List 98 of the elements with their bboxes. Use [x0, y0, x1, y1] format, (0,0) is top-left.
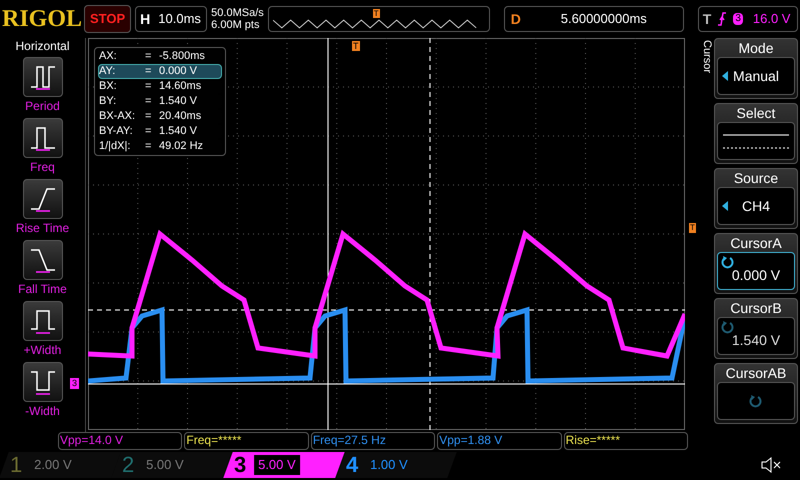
readout-label: BX-AX:: [99, 110, 136, 123]
menu-item[interactable]: Mode Manual: [714, 38, 798, 99]
readout-label: AX:: [99, 50, 118, 63]
trigger-field[interactable]: T 3 16.0 V: [698, 6, 798, 32]
measure-label: Freq: [30, 159, 55, 176]
menu-item-value[interactable]: 1.540 V: [717, 317, 795, 355]
menu-item-value[interactable]: 0.000 V: [717, 252, 795, 290]
readout-equals: =: [145, 125, 152, 138]
timebase-value: 10.0ms: [158, 10, 201, 28]
menu-item[interactable]: CursorB 1.540 V: [714, 298, 798, 359]
readout-value: 1.540 V: [159, 95, 197, 108]
measure-item[interactable]: -Width: [22, 362, 62, 420]
menu-item-title: Select: [736, 104, 776, 122]
readout-label: 1/|dX|:: [99, 140, 132, 153]
channel-tab[interactable]: 1 2.00 V: [0, 452, 121, 478]
left-arrow-icon: [722, 71, 728, 81]
timebase-label: H: [140, 10, 150, 28]
measure-item[interactable]: Period: [22, 57, 62, 115]
readout-equals: =: [145, 65, 152, 78]
channel-number: 4: [346, 453, 358, 477]
readout-equals: =: [145, 140, 152, 153]
memory-depth: 6.00M pts: [211, 19, 260, 31]
knob-icon: [749, 394, 763, 408]
menu-item[interactable]: Select: [714, 103, 798, 164]
channel-number: 2: [122, 453, 134, 477]
trigger-position-marker: T: [372, 9, 380, 18]
readout-label: AY:: [99, 65, 116, 78]
menu-item-title: Source: [734, 169, 778, 187]
menu-value: CH4: [742, 196, 770, 216]
measure-label: -Width: [25, 403, 60, 420]
measurement-readout: Vpp=14.0 V: [58, 432, 182, 450]
readout-label: BY:: [99, 95, 118, 108]
measure-label: +Width: [24, 342, 62, 359]
channel-tab[interactable]: 2 5.00 V: [111, 452, 233, 478]
menu-value: Manual: [733, 66, 779, 86]
readout-value: 0.000 V: [159, 65, 197, 78]
trigger-level: 16.0 V: [752, 10, 790, 28]
readout-value: 49.02 Hz: [159, 140, 204, 153]
channel-number: 1: [10, 453, 22, 477]
panel-title: Horizontal: [15, 38, 70, 54]
readout-value: 20.40ms: [159, 110, 202, 123]
channel-tab[interactable]: 3 5.00 V: [223, 452, 345, 478]
brand-logo: RIGOL: [2, 5, 80, 34]
menu-item[interactable]: Source CH4: [714, 168, 798, 229]
readout-value: 14.60ms: [159, 80, 202, 93]
readout-equals: =: [145, 95, 152, 108]
trigger-label: T: [702, 10, 712, 28]
menu-item-value[interactable]: Manual: [717, 57, 795, 95]
menu-item[interactable]: CursorA 0.000 V: [714, 233, 798, 294]
measure-label: Period: [25, 98, 60, 115]
run-state[interactable]: STOP: [84, 5, 132, 33]
measurement-readout: Freq=27.5 Hz: [310, 432, 436, 450]
menu-item-value[interactable]: [717, 122, 795, 160]
knob-icon: [721, 320, 735, 334]
measure-label: Rise Time: [16, 220, 70, 237]
readout-equals: =: [145, 110, 152, 123]
menu-value: 1.540 V: [732, 330, 780, 350]
delay-value: 5.60000000ms: [560, 10, 647, 28]
rising-edge-icon: [717, 12, 728, 26]
sample-rate: 50.0MSa/s: [211, 7, 264, 19]
trigger-source: 3: [733, 13, 743, 25]
channel-scale: 5.00 V: [254, 455, 300, 475]
measure-label: Fall Time: [18, 281, 67, 298]
knob-icon: [721, 255, 735, 269]
measurement-readout: Freq=*****: [184, 432, 309, 450]
readout-value: -5.800ms: [159, 50, 205, 63]
measure-item[interactable]: Rise Time: [16, 179, 70, 237]
timebase-field[interactable]: H 10.0ms: [135, 6, 208, 32]
trigger-position-marker: T: [352, 41, 360, 51]
measure-item[interactable]: Fall Time: [18, 240, 67, 298]
menu-item-title: CursorA: [730, 234, 782, 252]
menu-item-value[interactable]: CH4: [717, 187, 795, 225]
delay-field[interactable]: D 5.60000000ms: [504, 6, 684, 32]
readout-label: BX:: [99, 80, 118, 93]
channel-tab[interactable]: 4 1.00 V: [335, 452, 457, 478]
left-arrow-icon: [722, 201, 728, 211]
menu-item-title: Mode: [738, 39, 774, 57]
measure-item[interactable]: +Width: [22, 301, 62, 359]
measure-item[interactable]: Freq: [22, 118, 62, 176]
readout-label: BY-AY:: [99, 125, 134, 138]
menu-item-title: CursorAB: [726, 364, 786, 382]
menu-item[interactable]: CursorAB: [714, 363, 798, 424]
readout-value: 1.540 V: [159, 125, 197, 138]
channel-marker: 3: [70, 378, 80, 389]
menu-item-title: CursorB: [730, 299, 782, 317]
channel-scale: 5.00 V: [145, 456, 185, 474]
channel-scale: 1.00 V: [369, 456, 409, 474]
readout-equals: =: [145, 80, 152, 93]
measurement-readout: Rise=*****: [564, 432, 688, 450]
mute-icon[interactable]: [760, 456, 782, 474]
menu-title: Cursor: [701, 40, 713, 74]
readout-equals: =: [145, 50, 152, 63]
delay-label: D: [510, 10, 522, 28]
channel-number: 3: [234, 453, 246, 477]
channel-scale: 2.00 V: [33, 456, 73, 474]
menu-value: 0.000 V: [732, 266, 780, 284]
trigger-level-marker: T: [689, 223, 696, 233]
measurement-readout: Vpp=1.88 V: [437, 432, 562, 450]
